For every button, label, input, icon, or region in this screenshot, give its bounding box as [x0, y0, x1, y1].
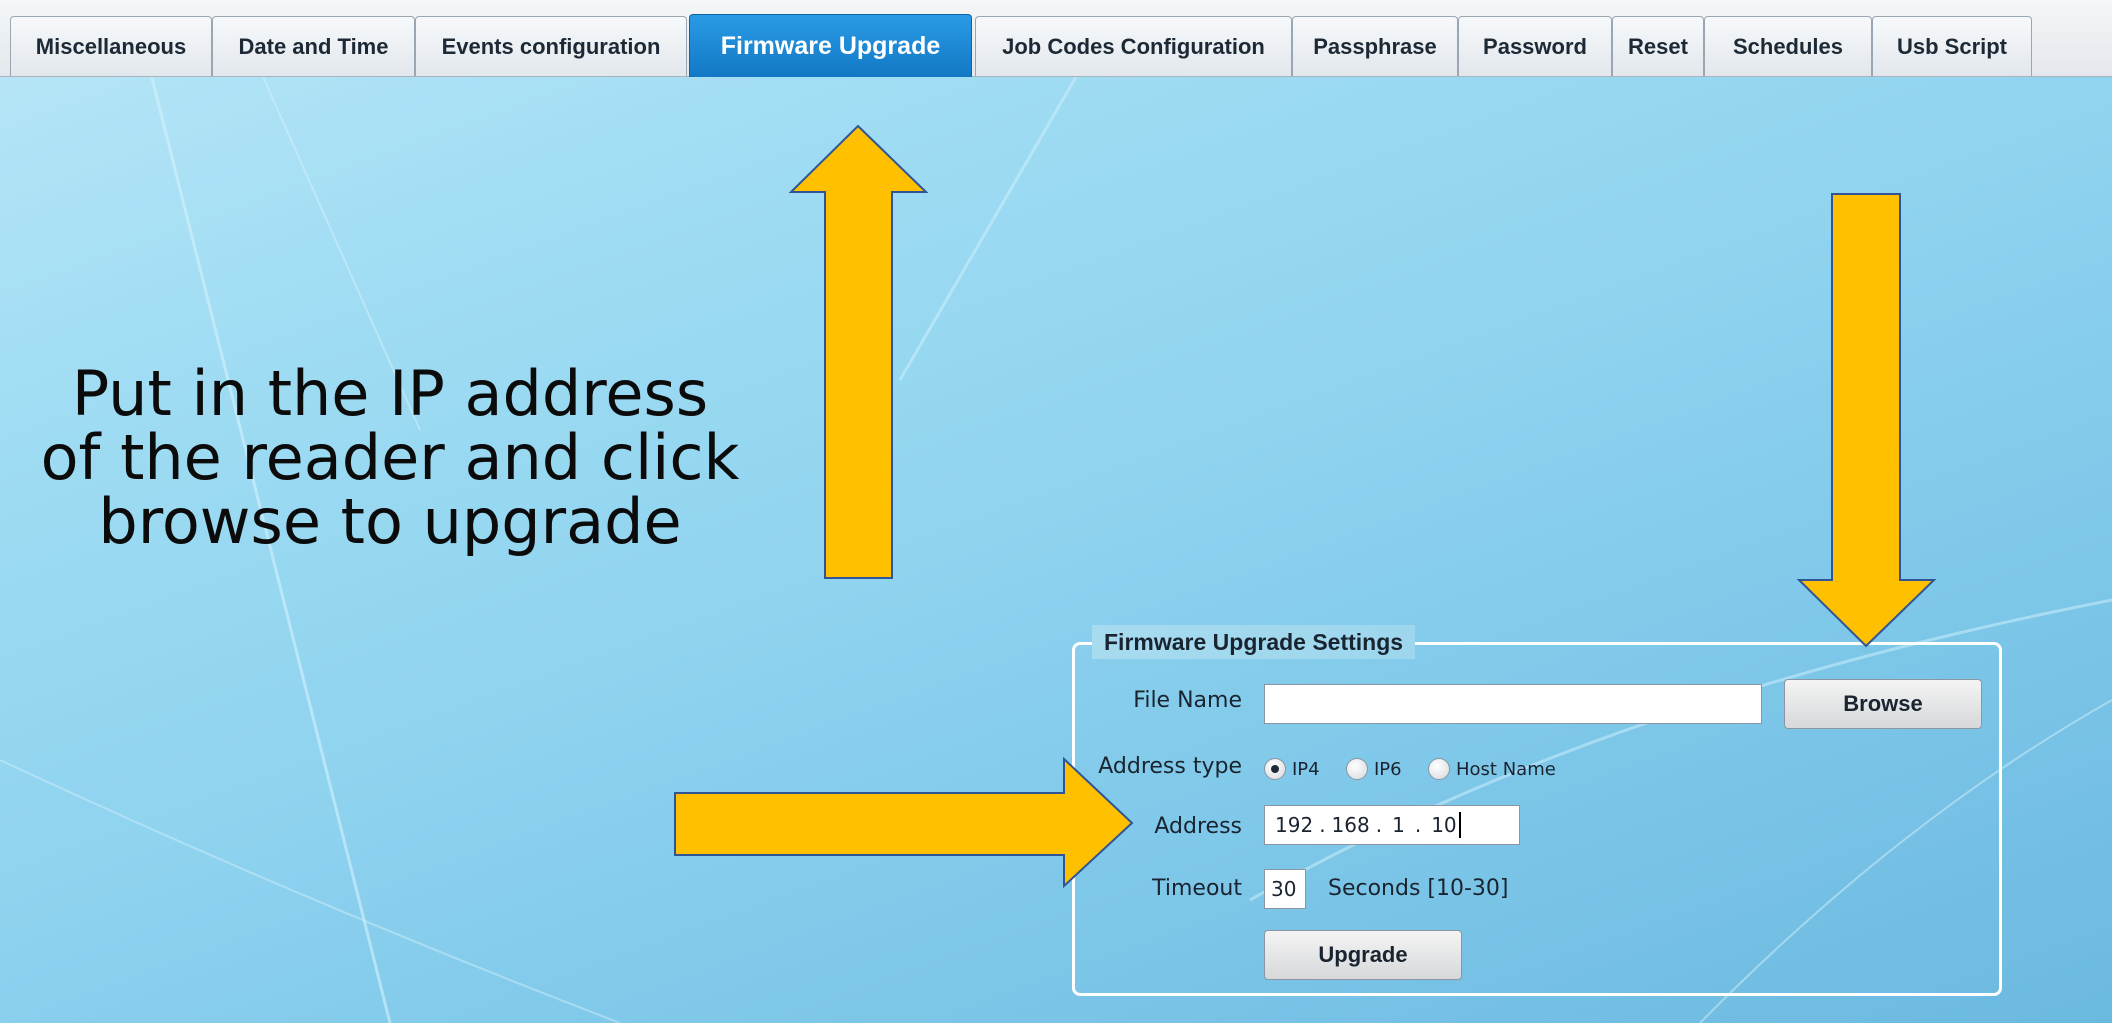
arrow-right-icon — [674, 756, 1134, 889]
tab-password[interactable]: Password — [1458, 16, 1612, 76]
tab-bar: Miscellaneous Date and Time Events confi… — [0, 0, 2112, 77]
tab-firmware-upgrade[interactable]: Firmware Upgrade — [689, 14, 972, 77]
timeout-unit-label: Seconds [10-30] — [1328, 876, 1509, 901]
text-cursor — [1458, 812, 1461, 838]
upgrade-button[interactable]: Upgrade — [1264, 930, 1462, 980]
ip-octet-2: 168 — [1331, 813, 1370, 837]
ip-separator-2: . — [1375, 813, 1383, 837]
ip-address-input[interactable]: 192 . 168 . 1 . 10 — [1264, 805, 1520, 845]
tab-date-and-time[interactable]: Date and Time — [212, 16, 415, 76]
radio-host-name-label: Host Name — [1456, 758, 1556, 780]
instruction-text: Put in the IP address of the reader and … — [0, 362, 780, 554]
browse-button[interactable]: Browse — [1784, 679, 1982, 729]
radio-ip4-indicator — [1264, 758, 1286, 780]
ip-octet-3: 1 — [1392, 813, 1405, 837]
instruction-line-2: of the reader and click — [40, 421, 740, 494]
arrow-down-icon — [1796, 193, 1937, 648]
arrow-up-icon — [788, 124, 929, 579]
ip-octet-4: 10 — [1431, 813, 1457, 837]
radio-ip6-label: IP6 — [1374, 758, 1402, 780]
radio-ip4[interactable]: IP4 — [1264, 756, 1320, 782]
tab-passphrase[interactable]: Passphrase — [1292, 16, 1458, 76]
file-name-input[interactable] — [1264, 684, 1762, 724]
group-legend: Firmware Upgrade Settings — [1092, 625, 1416, 659]
instruction-line-3: browse to upgrade — [98, 485, 682, 558]
tab-schedules[interactable]: Schedules — [1704, 16, 1872, 76]
radio-ip4-label: IP4 — [1292, 758, 1320, 780]
radio-host-name[interactable]: Host Name — [1428, 756, 1556, 782]
radio-host-name-indicator — [1428, 758, 1450, 780]
tab-reset[interactable]: Reset — [1612, 16, 1704, 76]
radio-ip6-indicator — [1346, 758, 1368, 780]
ip-octet-1: 192 — [1275, 813, 1314, 837]
address-type-label: Address type — [1098, 754, 1242, 779]
ip-separator-3: . — [1414, 813, 1422, 837]
instruction-line-1: Put in the IP address — [71, 357, 709, 430]
timeout-label: Timeout — [1152, 876, 1242, 901]
file-name-label: File Name — [1133, 688, 1242, 713]
timeout-input[interactable]: 30 — [1264, 869, 1306, 909]
tab-usb-script[interactable]: Usb Script — [1872, 16, 2032, 76]
radio-ip6[interactable]: IP6 — [1346, 756, 1402, 782]
tab-job-codes-configuration[interactable]: Job Codes Configuration — [975, 16, 1292, 76]
tab-events-configuration[interactable]: Events configuration — [415, 16, 687, 76]
address-label: Address — [1154, 814, 1242, 839]
ip-separator-1: . — [1319, 813, 1326, 837]
tab-miscellaneous[interactable]: Miscellaneous — [10, 16, 212, 76]
